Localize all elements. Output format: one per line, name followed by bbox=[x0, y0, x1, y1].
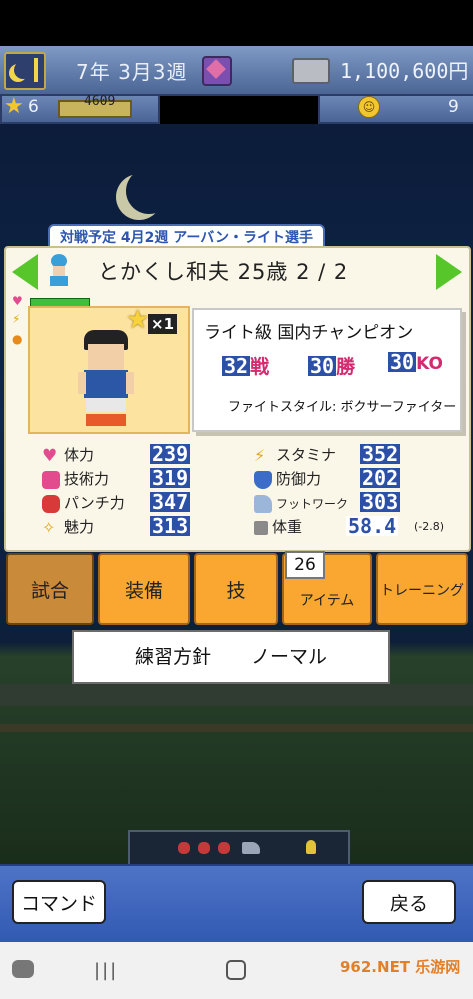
stat-defense: 防御力 202 bbox=[254, 468, 460, 490]
bulb-icon bbox=[306, 840, 316, 854]
fights-label: 戦 bbox=[250, 356, 270, 378]
character-status-panel: とかくし和夫 25歳 2 / 2 ♥ ⚡ ● ★ ×1 ライト級 国内チャンピオ… bbox=[4, 246, 471, 552]
training-policy-button[interactable]: 練習方針 ノーマル bbox=[72, 630, 390, 684]
heart-icon: ♥ bbox=[12, 294, 23, 308]
title-label: ライト級 国内チャンピオン bbox=[204, 323, 414, 343]
smiles-count: 9 bbox=[448, 97, 459, 117]
recent-apps-button[interactable]: ||| bbox=[94, 960, 118, 981]
equipment-button[interactable]: 装備 bbox=[98, 553, 190, 625]
glove-icon bbox=[218, 842, 230, 854]
fights-record: 32 戦 bbox=[222, 352, 269, 379]
bolt-icon: ⚡ bbox=[254, 445, 266, 465]
stat-weight: 体重 58.4 (-2.8) bbox=[254, 516, 460, 538]
shield-icon bbox=[254, 470, 272, 489]
watermark-logo: 962.NET 乐游网 bbox=[340, 958, 461, 976]
match-button[interactable]: 試合 bbox=[6, 553, 94, 625]
stat-value: 239 bbox=[150, 442, 191, 466]
star-icon: ★ bbox=[4, 94, 24, 119]
stat-stamina-hp: ♥ 体力 239 bbox=[42, 442, 191, 466]
rank-star-icon: ★ bbox=[126, 305, 150, 335]
stat-footwork: フットワーク 303 bbox=[254, 492, 460, 514]
boxer-avatar-icon bbox=[46, 254, 72, 286]
stat-value: 202 bbox=[360, 466, 401, 490]
flame-icon: ● bbox=[12, 332, 23, 346]
weight-delta: (-2.8) bbox=[414, 520, 445, 533]
character-portrait: ★ ×1 bbox=[28, 306, 190, 434]
multiplier-badge: ×1 bbox=[148, 314, 178, 334]
wins-record: 30 勝 bbox=[308, 352, 355, 379]
ko-number: 30 bbox=[388, 350, 417, 374]
top-hud: 7年 3月3週 1,100,600円 bbox=[0, 46, 473, 96]
game-launcher-icon[interactable] bbox=[12, 960, 34, 978]
wins-label: 勝 bbox=[336, 356, 356, 378]
stat-stamina: ⚡ スタミナ 352 bbox=[254, 442, 401, 466]
stat-value: 347 bbox=[150, 490, 191, 514]
command-button[interactable]: コマンド bbox=[12, 880, 106, 924]
exp-value: 4609 bbox=[84, 94, 116, 109]
prev-character-button[interactable] bbox=[12, 254, 40, 290]
ko-record: 30 KO bbox=[388, 352, 443, 374]
money-icon bbox=[292, 58, 330, 84]
stat-value: 58.4 bbox=[346, 514, 399, 538]
wins-number: 30 bbox=[308, 354, 337, 378]
glove-icon bbox=[178, 842, 190, 854]
money-value: 1,100,600円 bbox=[340, 59, 469, 83]
scale-icon bbox=[254, 520, 268, 535]
next-character-button[interactable] bbox=[434, 254, 462, 290]
glove-icon bbox=[198, 842, 210, 854]
bolt-icon: ⚡ bbox=[12, 312, 21, 326]
stat-punch: パンチ力 347 bbox=[42, 492, 202, 514]
back-button[interactable]: 戻る bbox=[362, 880, 456, 924]
stat-charm: ✧ 魅力 313 bbox=[42, 514, 191, 538]
ko-label: KO bbox=[416, 354, 443, 374]
record-card: ライト級 国内チャンピオン 32 戦 30 勝 30 KO ファイトスタイル: ボクサ… bbox=[192, 308, 462, 432]
home-button[interactable] bbox=[226, 960, 246, 980]
skills-button[interactable]: 技 bbox=[194, 553, 278, 625]
shoe-icon bbox=[254, 494, 272, 513]
fist-icon bbox=[42, 470, 60, 489]
heart-icon: ♥ bbox=[42, 445, 58, 466]
fights-number: 32 bbox=[222, 354, 251, 378]
system-status-bar bbox=[0, 0, 473, 46]
training-button[interactable]: トレーニング bbox=[376, 553, 468, 625]
stat-technique: 技術力 319 bbox=[42, 468, 202, 490]
fight-style-label: ファイトスタイル: ボクサーファイター bbox=[228, 400, 457, 415]
moon-decoration bbox=[126, 168, 172, 214]
stat-value: 303 bbox=[360, 490, 401, 514]
secondary-hud: ★ 6 4609 ☺ 9 bbox=[0, 94, 473, 124]
stat-value: 352 bbox=[360, 442, 401, 466]
glove-icon bbox=[42, 494, 60, 513]
shoe-icon bbox=[242, 842, 260, 854]
item-count-badge: 26 bbox=[285, 551, 325, 579]
date-label: 7年 3月3週 bbox=[76, 60, 188, 84]
inventory-strip bbox=[128, 830, 350, 868]
moon-icon[interactable] bbox=[4, 52, 46, 90]
boxer-sprite bbox=[76, 330, 136, 428]
android-navigation-bar: ||| 962.NET 乐游网 bbox=[0, 942, 473, 999]
gem-icon bbox=[202, 56, 232, 86]
items-button-label: アイテム bbox=[299, 593, 355, 609]
policy-label: 練習方針 bbox=[134, 646, 211, 668]
character-name-line: とかくし和夫 25歳 2 / 2 bbox=[98, 260, 349, 284]
stat-value: 319 bbox=[150, 466, 191, 490]
stars-count: 6 bbox=[28, 97, 39, 117]
policy-value: ノーマル bbox=[251, 646, 328, 668]
smile-icon: ☺ bbox=[358, 96, 380, 118]
stat-value: 313 bbox=[150, 514, 191, 538]
sparkle-icon: ✧ bbox=[42, 517, 56, 537]
